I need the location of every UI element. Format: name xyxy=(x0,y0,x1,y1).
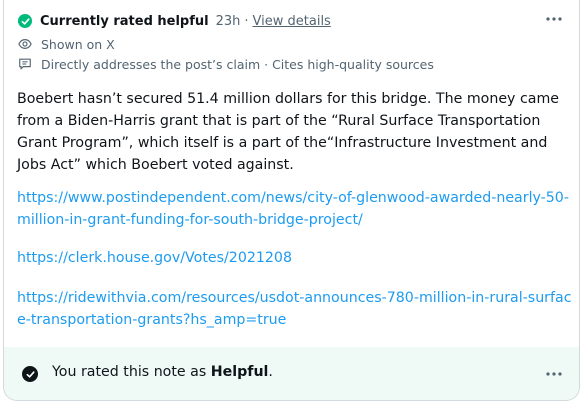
check-circle-filled-icon xyxy=(22,366,38,382)
status-separator: · xyxy=(244,13,249,29)
shown-on-row: Shown on X xyxy=(18,35,115,53)
note-body: Boebert hasn’t secured 51.4 million doll… xyxy=(17,91,559,173)
rated-message: You rated this note as Helpful. xyxy=(52,364,273,380)
source-link-ridewithvia[interactable]: https://ridewithvia.com/resources/usdot-… xyxy=(17,287,573,331)
source-link-clerk-house[interactable]: https://clerk.house.gov/Votes/2021208 xyxy=(17,247,573,269)
note-icon xyxy=(18,57,32,71)
more-horizontal-icon xyxy=(546,17,562,21)
community-note-card: Currently rated helpful 23h · View detai… xyxy=(3,0,580,401)
more-horizontal-icon xyxy=(546,372,562,376)
reasons-row: Directly addresses the post’s claim · Ci… xyxy=(18,55,434,73)
source-link-postindependent[interactable]: https://www.postindependent.com/news/cit… xyxy=(17,187,573,231)
eye-icon xyxy=(18,37,32,51)
view-details-link[interactable]: View details xyxy=(253,14,331,29)
rating-more-options-button[interactable] xyxy=(543,364,565,384)
rated-prefix: You rated this note as xyxy=(52,364,211,380)
shown-on-text: Shown on X xyxy=(41,36,115,52)
status-title: Currently rated helpful xyxy=(40,13,209,29)
rated-value: Helpful xyxy=(210,364,269,380)
check-circle-icon xyxy=(18,14,32,28)
more-options-button[interactable] xyxy=(543,9,565,29)
rating-footer: You rated this note as Helpful. xyxy=(4,347,579,400)
rated-suffix: . xyxy=(268,364,273,380)
status-header: Currently rated helpful 23h · View detai… xyxy=(18,11,331,31)
status-time: 23h xyxy=(215,13,241,29)
reasons-text: Directly addresses the post’s claim · Ci… xyxy=(41,56,434,72)
